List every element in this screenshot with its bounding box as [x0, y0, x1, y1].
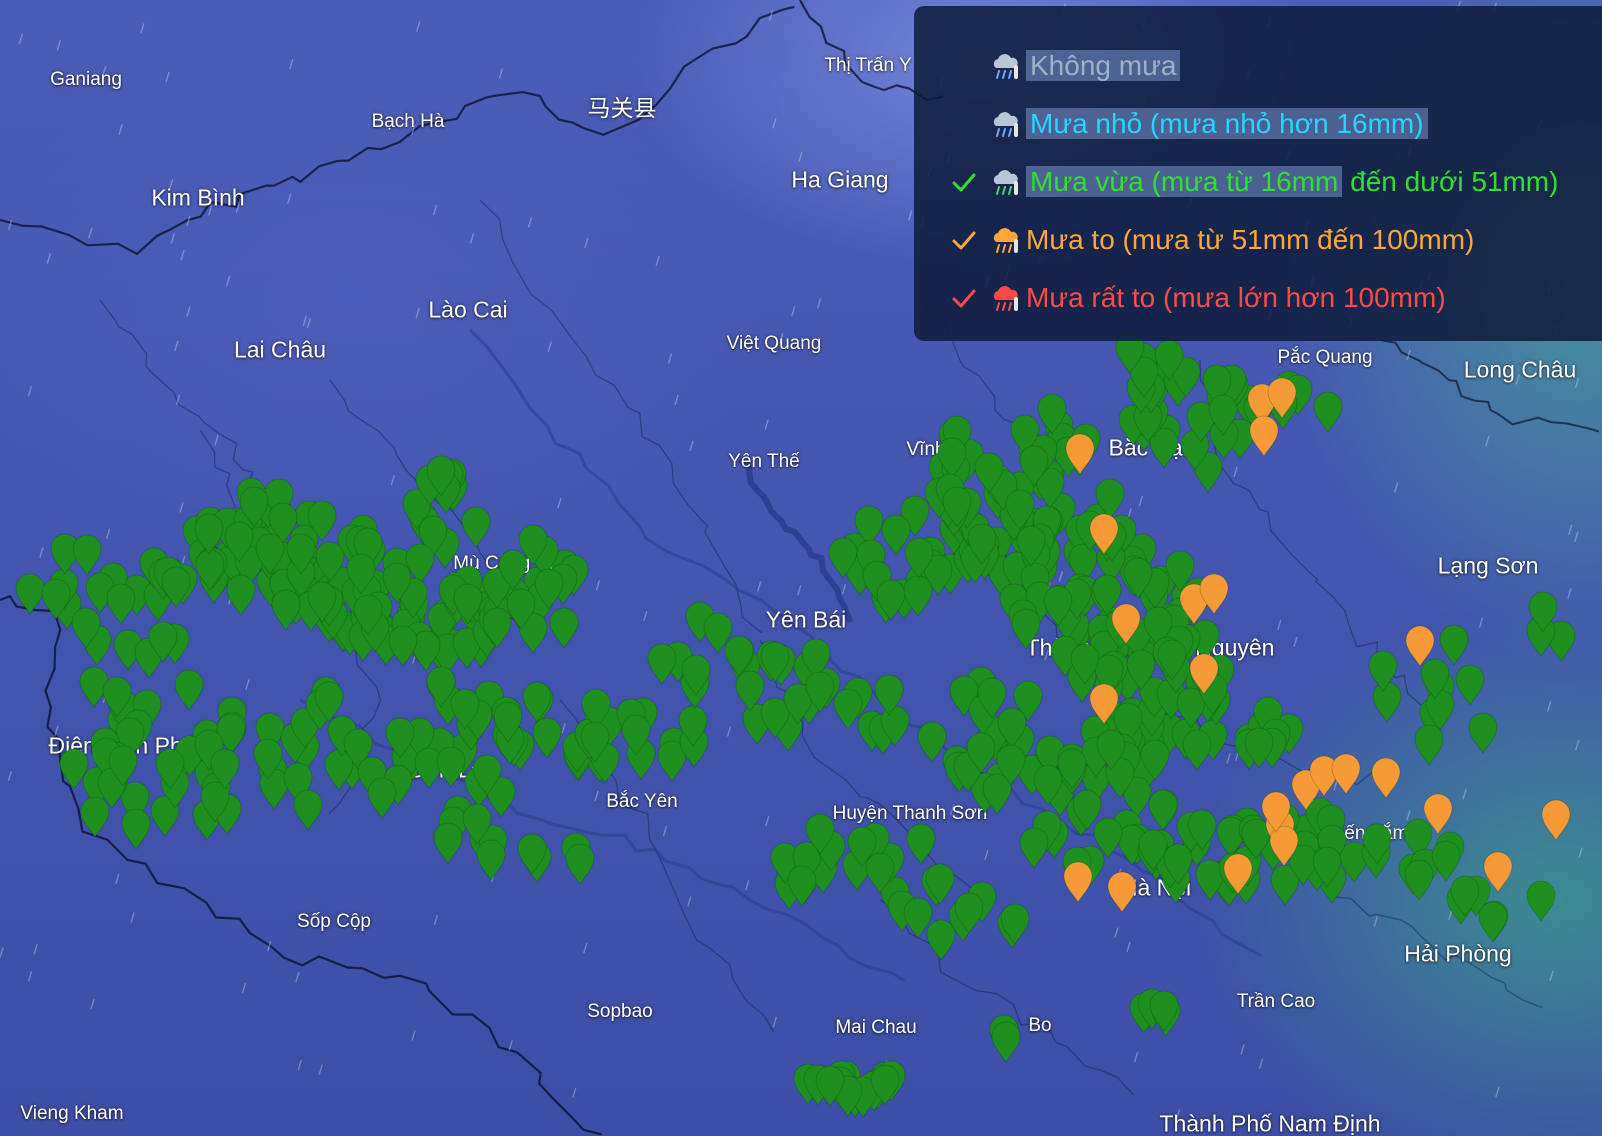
- moderate-rain-marker: [1414, 724, 1444, 766]
- heavy-rain-marker: [1249, 415, 1279, 457]
- legend-item-label: Mưa vừa (mưa từ 16mm đến dưới 51mm): [1026, 161, 1558, 203]
- moderate-rain-marker: [388, 625, 418, 667]
- moderate-rain-marker: [293, 789, 323, 831]
- moderate-rain-marker: [461, 506, 491, 548]
- moderate-rain-marker: [72, 534, 102, 576]
- legend-item-label: Không mưa: [1026, 45, 1181, 87]
- heavy-rain-marker: [1331, 753, 1361, 795]
- moderate-rain-marker: [80, 796, 110, 838]
- moderate-rain-marker: [549, 607, 579, 649]
- heavy-rain-marker: [1371, 757, 1401, 799]
- moderate-rain-marker: [1182, 729, 1212, 771]
- moderate-rain-marker: [522, 681, 552, 723]
- heavy-rain-marker: [1107, 871, 1137, 913]
- moderate-rain-marker: [1011, 608, 1041, 650]
- cloud-heavy-rain-icon: [993, 228, 1018, 253]
- moderate-rain-marker: [367, 777, 397, 819]
- moderate-rain-marker: [991, 1021, 1021, 1063]
- moderate-rain-marker: [1372, 681, 1402, 723]
- moderate-rain-marker: [15, 573, 45, 615]
- moderate-rain-marker: [1468, 712, 1498, 754]
- moderate-rain-marker: [1526, 880, 1556, 922]
- moderate-rain-marker: [226, 574, 256, 616]
- moderate-rain-marker: [436, 746, 466, 788]
- moderate-rain-marker: [647, 643, 677, 685]
- cloud-rain-icon: [993, 54, 1018, 79]
- legend-item-label: Mưa rất to (mưa lớn hơn 100mm): [1026, 282, 1446, 313]
- cloud-drizzle-icon: [993, 112, 1018, 137]
- moderate-rain-marker: [476, 839, 506, 881]
- rain-legend-panel: Không mưa Mưa nhỏ (mưa nhỏ hơn 16mm) Mưa…: [914, 6, 1602, 341]
- moderate-rain-marker: [565, 843, 595, 885]
- rainfall-map[interactable]: Ganiang Bạch Hà 马关县 Thị Trấn Y Ha Giang Kim B…: [0, 0, 1602, 1136]
- moderate-rain-marker: [906, 823, 936, 865]
- moderate-rain-marker: [106, 583, 136, 625]
- heavy-rain-marker: [1063, 861, 1093, 903]
- moderate-rain-marker: [1478, 901, 1508, 943]
- moderate-rain-marker: [917, 721, 947, 763]
- cloud-storm-icon: [993, 286, 1018, 311]
- moderate-rain-marker: [433, 822, 463, 864]
- moderate-rain-marker: [1313, 391, 1343, 433]
- cloud-rain-moderate-icon: [993, 170, 1018, 195]
- legend-item-mua-to[interactable]: Mưa to (mưa từ 51mm đến 100mm): [914, 211, 1602, 269]
- moderate-rain-marker: [926, 919, 956, 961]
- moderate-rain-marker: [1019, 827, 1049, 869]
- legend-item-mua-rat-to[interactable]: Mưa rất to (mưa lớn hơn 100mm): [914, 269, 1602, 327]
- moderate-rain-marker: [532, 717, 562, 759]
- legend-item-khong-mua[interactable]: Không mưa: [914, 37, 1602, 95]
- moderate-rain-marker: [1431, 840, 1461, 882]
- check-icon: [952, 231, 976, 250]
- heavy-rain-marker: [1541, 799, 1571, 841]
- moderate-rain-marker: [174, 669, 204, 711]
- legend-item-label: Mưa to (mưa từ 51mm đến 100mm): [1026, 224, 1475, 255]
- check-icon: [952, 173, 976, 192]
- moderate-rain-marker: [121, 808, 151, 850]
- moderate-rain-marker: [1148, 789, 1178, 831]
- legend-item-label: Mưa nhỏ (mưa nhỏ hơn 16mm): [1026, 103, 1428, 145]
- check-icon: [952, 289, 976, 308]
- legend-item-mua-vua[interactable]: Mưa vừa (mưa từ 16mm đến dưới 51mm): [914, 153, 1602, 211]
- moderate-rain-marker: [1439, 624, 1469, 666]
- moderate-rain-marker: [1455, 664, 1485, 706]
- moderate-rain-marker: [1404, 859, 1434, 901]
- legend-item-mua-nho[interactable]: Mưa nhỏ (mưa nhỏ hơn 16mm): [914, 95, 1602, 153]
